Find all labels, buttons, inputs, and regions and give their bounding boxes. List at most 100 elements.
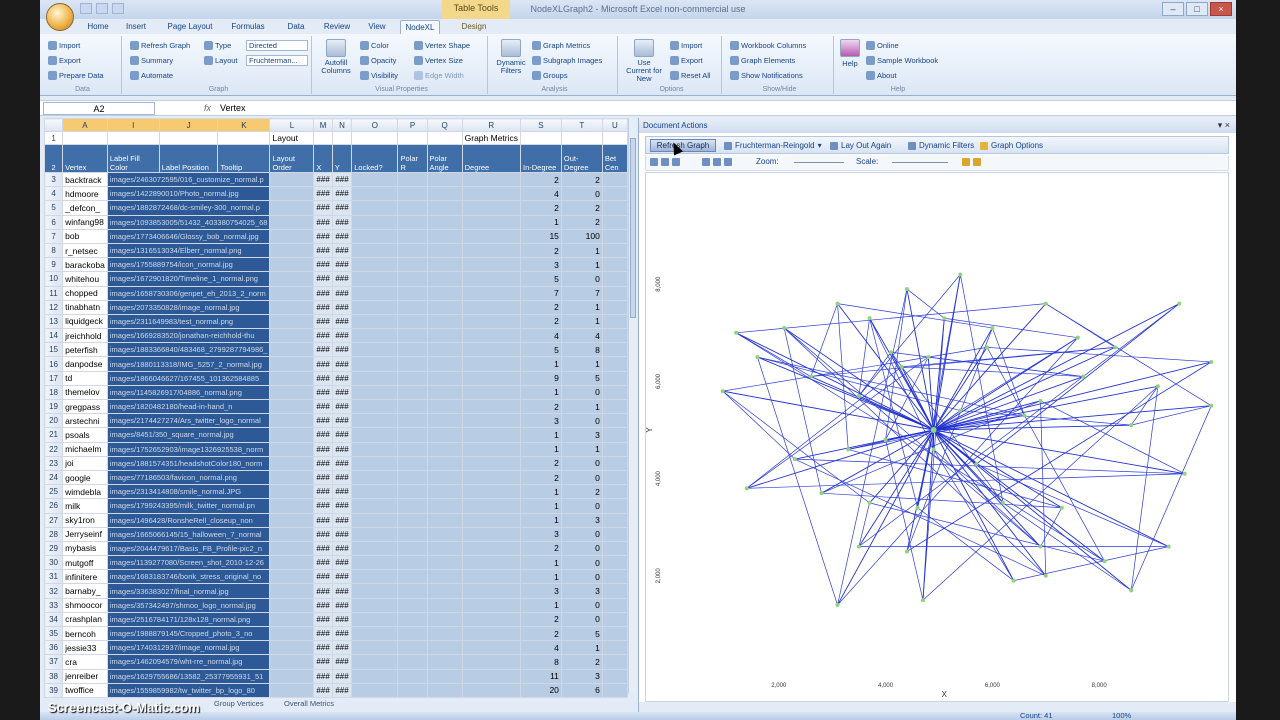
image-file-cell[interactable]: images/1752652903/image1326925538_norm — [106, 441, 271, 457]
options-export-button[interactable]: Export — [670, 56, 703, 65]
column-letter[interactable]: N — [331, 118, 353, 132]
metric-cell[interactable] — [351, 228, 399, 244]
vertex-cell[interactable]: peterfish — [62, 342, 108, 358]
metric-cell[interactable] — [426, 498, 463, 514]
graph-vertex[interactable] — [1129, 423, 1134, 428]
column-header[interactable]: In-Degree — [520, 144, 562, 173]
out-degree-cell[interactable]: 2 — [560, 200, 603, 216]
worksheet-grid[interactable]: A I J K L M N O P Q R S T U 1 Layout Graph Metrics 2 Verte… — [44, 118, 628, 698]
row-number[interactable]: 25 — [44, 484, 64, 500]
metric-cell[interactable] — [351, 370, 399, 386]
column-header[interactable]: Locked? — [351, 144, 399, 173]
in-degree-cell[interactable]: 1 — [520, 597, 562, 613]
y-cell[interactable]: ### — [331, 299, 353, 315]
graph-vertex[interactable] — [1209, 403, 1214, 408]
maximize-icon[interactable]: □ — [1186, 2, 1208, 16]
column-header[interactable]: X — [313, 144, 333, 173]
column-header[interactable]: Label Fill Color — [106, 144, 160, 173]
layout-order-cell[interactable] — [269, 597, 315, 613]
layout-order-cell[interactable] — [269, 413, 315, 429]
x-cell[interactable]: ### — [313, 569, 333, 585]
graph-vertex[interactable] — [926, 355, 931, 360]
in-degree-cell[interactable]: 3 — [520, 413, 562, 429]
metric-cell[interactable] — [397, 171, 428, 188]
metric-cell[interactable] — [426, 356, 463, 372]
formula-input[interactable]: Vertex — [220, 103, 246, 113]
in-degree-cell[interactable]: 20 — [520, 682, 562, 698]
vertex-shape-button[interactable]: Vertex Shape — [414, 41, 470, 50]
layout-order-cell[interactable] — [269, 682, 315, 698]
out-degree-cell[interactable]: 0 — [560, 555, 603, 571]
import-button[interactable]: Import — [48, 41, 80, 50]
metric-cell[interactable] — [351, 356, 399, 372]
y-cell[interactable]: ### — [331, 242, 353, 259]
out-degree-cell[interactable]: 3 — [560, 583, 603, 599]
layout-order-cell[interactable] — [269, 299, 315, 315]
x-cell[interactable]: ### — [313, 441, 333, 457]
group-label-layout[interactable]: Layout — [269, 131, 315, 145]
lay-out-again-button[interactable]: Lay Out Again — [830, 141, 891, 150]
zoom-tools[interactable] — [702, 158, 732, 166]
row-number[interactable]: 9 — [44, 257, 64, 273]
x-cell[interactable]: ### — [313, 484, 333, 500]
metric-cell[interactable] — [461, 526, 522, 542]
layout-order-cell[interactable] — [269, 398, 315, 415]
metric-cell[interactable] — [461, 611, 522, 628]
betweenness-cell[interactable] — [601, 228, 628, 244]
image-file-cell[interactable]: images/1496428/RonsheRell_closeup_non — [106, 512, 271, 528]
graph-vertex[interactable] — [1038, 398, 1043, 403]
metric-cell[interactable] — [426, 484, 463, 500]
metric-cell[interactable] — [461, 583, 522, 599]
metric-cell[interactable] — [397, 356, 428, 372]
out-degree-cell[interactable]: 2 — [560, 484, 603, 500]
row-number[interactable]: 28 — [44, 526, 64, 542]
out-degree-cell[interactable]: 0 — [560, 597, 603, 613]
metric-cell[interactable] — [426, 611, 463, 628]
minimize-icon[interactable]: – — [1162, 2, 1184, 16]
in-degree-cell[interactable]: 1 — [520, 384, 562, 401]
in-degree-cell[interactable]: 2 — [520, 469, 562, 486]
image-file-cell[interactable]: images/2313414808/smile_normal.JPG — [106, 484, 271, 500]
row-number[interactable]: 2 — [44, 144, 64, 173]
tab-page-layout[interactable]: Page Layout — [162, 20, 218, 34]
y-cell[interactable]: ### — [331, 611, 353, 628]
vertex-cell[interactable]: chopped — [62, 285, 108, 301]
metric-cell[interactable] — [461, 257, 522, 273]
graph-vertex[interactable] — [1011, 578, 1016, 583]
metric-cell[interactable] — [397, 200, 428, 216]
y-cell[interactable]: ### — [331, 342, 353, 358]
metric-cell[interactable] — [426, 540, 463, 557]
layout-order-cell[interactable] — [269, 569, 315, 585]
metric-cell[interactable] — [461, 342, 522, 358]
x-cell[interactable]: ### — [313, 257, 333, 273]
in-degree-cell[interactable]: 2 — [520, 540, 562, 557]
image-file-cell[interactable]: images/1755889754/icon_normal.jpg — [106, 257, 271, 273]
metric-cell[interactable] — [426, 228, 463, 244]
vertex-cell[interactable]: td — [62, 370, 108, 386]
out-degree-cell[interactable]: 8 — [560, 342, 603, 358]
layout-order-cell[interactable] — [269, 498, 315, 514]
image-file-cell[interactable]: images/1883366840/483468_2799287794986_ — [106, 342, 271, 358]
graph-vertex[interactable] — [974, 462, 979, 467]
y-cell[interactable]: ### — [331, 271, 353, 287]
metric-cell[interactable] — [351, 583, 399, 599]
tab-formulas[interactable]: Formulas — [228, 20, 268, 34]
group-cell[interactable] — [62, 131, 108, 145]
column-letter[interactable]: R — [461, 118, 522, 132]
graph-vertex[interactable] — [958, 408, 963, 413]
lock-tools[interactable] — [962, 158, 981, 166]
metric-cell[interactable] — [351, 625, 399, 642]
image-file-cell[interactable]: images/1799243395/milk_twitter_normal.pn — [106, 498, 271, 514]
betweenness-cell[interactable] — [601, 654, 628, 670]
column-header[interactable]: Bet Cen — [601, 144, 628, 173]
row-number[interactable]: 30 — [44, 555, 64, 571]
zoom-out-icon[interactable] — [713, 158, 721, 166]
reset-all-button[interactable]: Reset All — [670, 71, 711, 80]
metric-cell[interactable] — [426, 370, 463, 386]
image-file-cell[interactable]: images/1669283520/jonathan-reichhold-thu — [106, 328, 271, 344]
image-file-cell[interactable]: images/2174427274/Ars_twitter_logo_norma… — [106, 413, 271, 429]
metric-cell[interactable] — [351, 398, 399, 415]
in-degree-cell[interactable]: 1 — [520, 512, 562, 528]
x-cell[interactable]: ### — [313, 654, 333, 670]
vertex-cell[interactable]: infinitere — [62, 569, 108, 585]
